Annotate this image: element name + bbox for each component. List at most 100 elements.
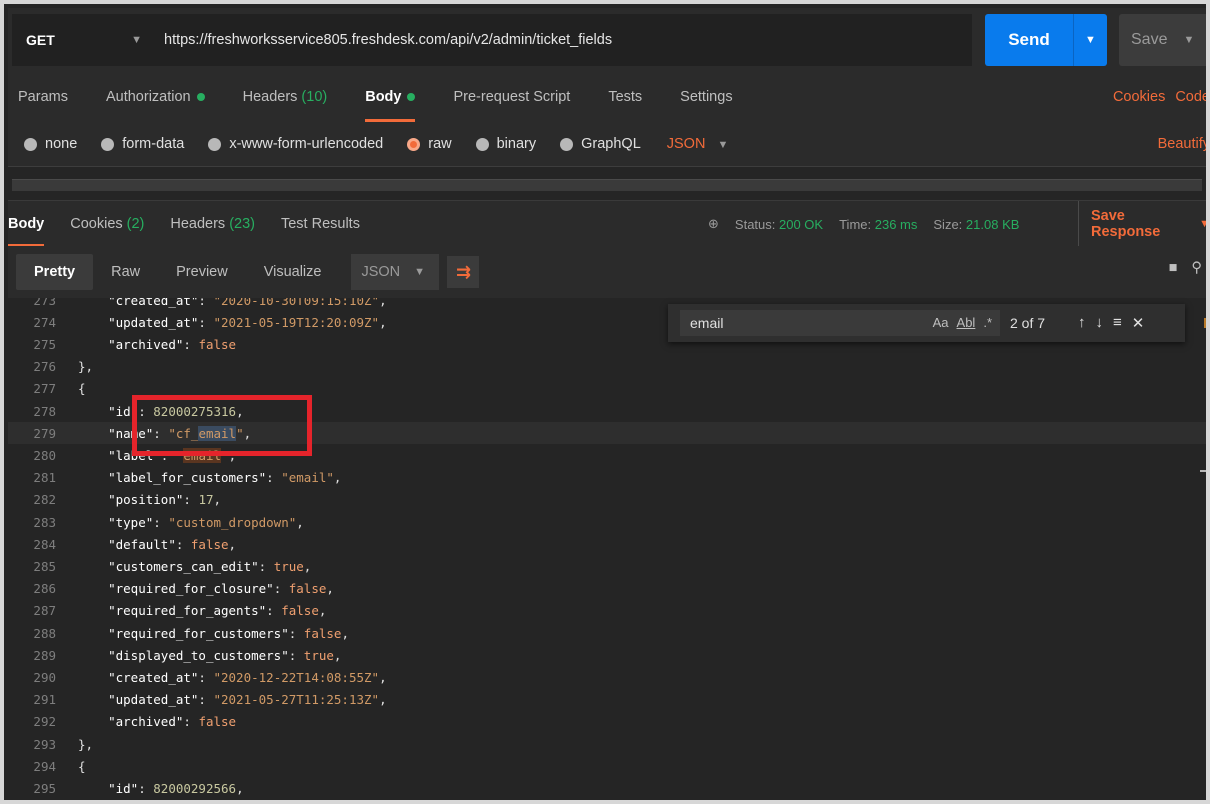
wrap-lines-icon[interactable]: ⇉ bbox=[447, 256, 480, 288]
tab-label: Tests bbox=[608, 89, 643, 105]
radio-binary[interactable]: binary bbox=[475, 136, 536, 152]
line-number: 290 bbox=[33, 669, 56, 685]
tab-label: Cookies bbox=[70, 215, 123, 232]
code-text: "position": 17, bbox=[108, 492, 222, 508]
tab-response-headers[interactable]: Headers (23) bbox=[170, 201, 255, 247]
tab-label: Headers bbox=[170, 215, 226, 232]
line-number: 295 bbox=[33, 780, 56, 796]
code-line: 293}, bbox=[8, 733, 1206, 755]
chevron-down-icon: ▼ bbox=[414, 266, 426, 278]
headers-count: (10) bbox=[301, 89, 328, 105]
body-language-select[interactable]: JSON ▼ bbox=[667, 136, 729, 152]
code-text: "archived": false bbox=[108, 714, 237, 730]
status-info: Status: 200 OK bbox=[735, 217, 823, 232]
save-response-button[interactable]: Save Response ▼ bbox=[1078, 201, 1206, 247]
code-text: { bbox=[78, 758, 86, 774]
tab-label: Pre-request Script bbox=[453, 89, 571, 105]
tab-params[interactable]: Params bbox=[18, 72, 68, 122]
line-number: 275 bbox=[33, 336, 56, 352]
view-preview[interactable]: Preview bbox=[158, 254, 246, 290]
view-pretty[interactable]: Pretty bbox=[16, 254, 94, 290]
code-text: "required_for_closure": false, bbox=[108, 581, 334, 597]
code-line: 289 "displayed_to_customers": true, bbox=[8, 644, 1206, 666]
line-number: 285 bbox=[33, 558, 56, 574]
globe-icon[interactable]: ⊕ bbox=[708, 216, 719, 232]
code-line: 291 "updated_at": "2021-05-27T11:25:13Z"… bbox=[8, 689, 1206, 711]
radio-raw[interactable]: raw bbox=[407, 136, 452, 152]
radio-graphql[interactable]: GraphQL bbox=[560, 136, 641, 152]
beautify-button[interactable]: Beautify bbox=[1158, 136, 1206, 152]
tab-settings[interactable]: Settings bbox=[680, 72, 732, 122]
send-button[interactable]: Send ▼ bbox=[985, 14, 1107, 66]
postman-window: GET ▼ https://freshworksservice805.fresh… bbox=[0, 0, 1210, 804]
radio-none[interactable]: none bbox=[24, 136, 77, 152]
save-button[interactable]: Save ▼ bbox=[1119, 14, 1206, 66]
tab-response-cookies[interactable]: Cookies (2) bbox=[70, 201, 144, 247]
tab-label: Params bbox=[18, 89, 68, 105]
request-tabs: Params Authorization Headers (10) Body Pr… bbox=[8, 72, 1206, 122]
code-text: { bbox=[78, 381, 86, 397]
tab-label: Body bbox=[365, 89, 402, 105]
url-input[interactable]: https://freshworksservice805.freshdesk.c… bbox=[154, 14, 972, 66]
method-select[interactable]: GET ▼ bbox=[12, 14, 154, 66]
find-input[interactable]: email Aa Abl .* bbox=[680, 310, 1000, 336]
code-line: 283 "type": "custom_dropdown", bbox=[8, 511, 1206, 533]
radio-form-data[interactable]: form-data bbox=[101, 136, 184, 152]
save-label: Save bbox=[1131, 31, 1168, 48]
copy-icon[interactable]: ■ bbox=[1169, 260, 1178, 276]
response-body-code[interactable]: 273 "created_at": "2020-10-30T09:15:10Z"… bbox=[8, 298, 1206, 800]
radio-label: raw bbox=[428, 136, 452, 152]
line-number: 293 bbox=[33, 736, 56, 752]
find-in-selection-icon[interactable]: ≡ bbox=[1113, 314, 1122, 332]
regex-icon[interactable]: .* bbox=[983, 315, 992, 330]
code-text: "archived": false bbox=[108, 336, 237, 352]
line-number: 274 bbox=[33, 314, 56, 330]
code-text: }, bbox=[78, 736, 94, 752]
format-select[interactable]: JSON ▼ bbox=[351, 254, 440, 290]
cookies-link[interactable]: Cookies bbox=[1113, 89, 1165, 105]
line-number: 294 bbox=[33, 758, 56, 774]
line-number: 278 bbox=[33, 403, 56, 419]
code-text: "updated_at": "2021-05-19T12:20:09Z", bbox=[108, 314, 387, 330]
scroll-marker bbox=[1200, 470, 1206, 472]
code-link[interactable]: Code bbox=[1175, 89, 1206, 105]
size-label: Size: bbox=[933, 216, 963, 232]
close-icon[interactable]: ✕ bbox=[1132, 314, 1145, 332]
tab-pre-request-script[interactable]: Pre-request Script bbox=[453, 72, 570, 122]
arrow-down-icon[interactable]: ↓ bbox=[1096, 314, 1104, 332]
line-number: 288 bbox=[33, 625, 56, 641]
radio-icon bbox=[208, 137, 222, 151]
line-number: 281 bbox=[33, 470, 56, 486]
tab-response-body[interactable]: Body bbox=[8, 201, 45, 247]
code-text: "displayed_to_customers": true, bbox=[108, 647, 342, 663]
code-line: 276}, bbox=[8, 356, 1206, 378]
radio-x-www-form-urlencoded[interactable]: x-www-form-urlencoded bbox=[208, 136, 383, 152]
view-visualize[interactable]: Visualize bbox=[246, 254, 340, 290]
code-line: 282 "position": 17, bbox=[8, 489, 1206, 511]
tab-authorization[interactable]: Authorization bbox=[106, 72, 205, 122]
line-number: 292 bbox=[33, 714, 56, 730]
code-line: 286 "required_for_closure": false, bbox=[8, 578, 1206, 600]
line-number: 282 bbox=[33, 492, 56, 508]
annotation-highlight-box bbox=[132, 395, 312, 456]
request-body-editor[interactable] bbox=[8, 166, 1206, 200]
view-raw[interactable]: Raw bbox=[93, 254, 158, 290]
match-word-icon[interactable]: Abl bbox=[957, 315, 976, 330]
scroll-marker bbox=[1204, 318, 1206, 328]
tab-test-results[interactable]: Test Results bbox=[281, 201, 360, 247]
tab-tests[interactable]: Tests bbox=[608, 72, 642, 122]
search-icon[interactable]: ⚲ bbox=[1191, 260, 1202, 276]
code-line: 287 "required_for_agents": false, bbox=[8, 600, 1206, 622]
line-number: 276 bbox=[33, 359, 56, 375]
send-dropdown-icon[interactable]: ▼ bbox=[1074, 34, 1107, 46]
body-type-selector: none form-data x-www-form-urlencoded raw… bbox=[8, 122, 1206, 166]
match-case-icon[interactable]: Aa bbox=[933, 315, 949, 330]
tab-body[interactable]: Body bbox=[365, 72, 416, 122]
arrow-up-icon[interactable]: ↑ bbox=[1078, 314, 1086, 332]
status-dot-icon bbox=[196, 93, 205, 101]
radio-icon bbox=[101, 137, 115, 151]
request-links: Cookies Code bbox=[1113, 72, 1206, 122]
save-dropdown-icon[interactable]: ▼ bbox=[1183, 34, 1194, 46]
headers-count: (23) bbox=[229, 215, 255, 232]
tab-headers[interactable]: Headers (10) bbox=[243, 72, 328, 122]
